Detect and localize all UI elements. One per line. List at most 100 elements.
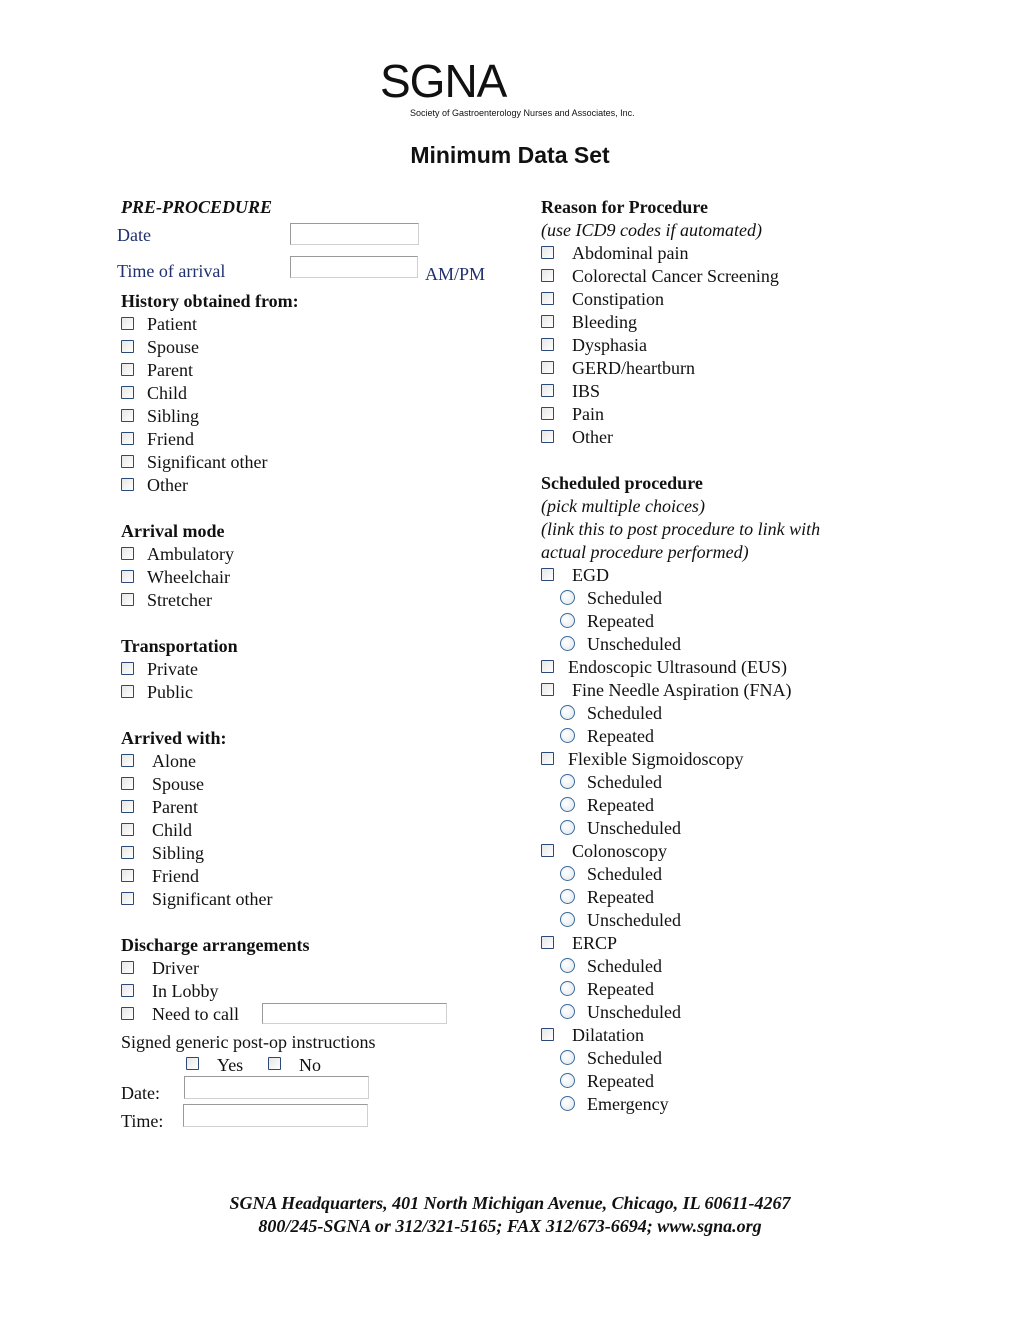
arrived-with-sibling-checkbox[interactable]: [121, 846, 134, 859]
date-label: Date: [117, 225, 151, 245]
colonoscopy-repeated-radio[interactable]: [560, 889, 575, 904]
arrived-with-sibling-label: Sibling: [152, 843, 205, 863]
colonoscopy-unscheduled-label: Unscheduled: [587, 910, 681, 930]
flexible-sigmoidoscopy-scheduled-radio[interactable]: [560, 774, 575, 789]
ercp-repeated-label: Repeated: [587, 979, 654, 999]
reason-dysphasia-checkbox[interactable]: [541, 338, 554, 351]
arrival-mode-ambulatory-checkbox[interactable]: [121, 547, 134, 560]
arrived-with-spouse-checkbox[interactable]: [121, 777, 134, 790]
procedure-colonoscopy-checkbox[interactable]: [541, 844, 554, 857]
discharge-driver-checkbox[interactable]: [121, 961, 134, 974]
reason-ibs-label: IBS: [572, 381, 601, 401]
colonoscopy-scheduled-radio[interactable]: [560, 866, 575, 881]
arrival-mode-stretcher-checkbox[interactable]: [121, 593, 134, 606]
discharge-need-to-call-checkbox[interactable]: [121, 1007, 134, 1020]
egd-repeated-radio[interactable]: [560, 613, 575, 628]
procedure-ercp-checkbox[interactable]: [541, 936, 554, 949]
flexible-sigmoidoscopy-unscheduled-radio[interactable]: [560, 820, 575, 835]
procedure-endoscopic-ultrasound-eus-checkbox[interactable]: [541, 660, 554, 673]
arrived-with-friend-label: Friend: [152, 866, 199, 886]
pre-procedure-heading: PRE-PROCEDURE: [121, 197, 273, 217]
fine-needle-aspiration-fna-repeated-radio[interactable]: [560, 728, 575, 743]
colonoscopy-unscheduled-radio[interactable]: [560, 912, 575, 927]
flexible-sigmoidoscopy-repeated-label: Repeated: [587, 795, 654, 815]
transportation-public-checkbox[interactable]: [121, 685, 134, 698]
arrived-with-alone-checkbox[interactable]: [121, 754, 134, 767]
discharge-time-label: Time:: [121, 1111, 164, 1131]
flexible-sigmoidoscopy-unscheduled-label: Unscheduled: [587, 818, 681, 838]
reason-constipation-label: Constipation: [572, 289, 665, 309]
flexible-sigmoidoscopy-scheduled-label: Scheduled: [587, 772, 662, 792]
discharge-date-field[interactable]: [184, 1076, 369, 1099]
egd-unscheduled-label: Unscheduled: [587, 634, 681, 654]
ercp-unscheduled-radio[interactable]: [560, 1004, 575, 1019]
reason-note: (use ICD9 codes if automated): [541, 220, 762, 240]
transportation-heading: Transportation: [121, 636, 238, 656]
dilatation-emergency-radio[interactable]: [560, 1096, 575, 1111]
procedure-dilatation-checkbox[interactable]: [541, 1028, 554, 1041]
fine-needle-aspiration-fna-scheduled-radio[interactable]: [560, 705, 575, 720]
reason-bleeding-checkbox[interactable]: [541, 315, 554, 328]
transportation-public-label: Public: [147, 682, 194, 702]
ercp-unscheduled-label: Unscheduled: [587, 1002, 681, 1022]
history-significant-other-checkbox[interactable]: [121, 455, 134, 468]
procedure-fine-needle-aspiration-fna-checkbox[interactable]: [541, 683, 554, 696]
history-spouse-label: Spouse: [147, 337, 200, 357]
scheduled-note-1: (pick multiple choices): [541, 496, 705, 516]
dilatation-scheduled-radio[interactable]: [560, 1050, 575, 1065]
history-parent-checkbox[interactable]: [121, 363, 134, 376]
history-significant-other-label: Significant other: [147, 452, 268, 472]
arrival-mode-wheelchair-checkbox[interactable]: [121, 570, 134, 583]
dilatation-repeated-radio[interactable]: [560, 1073, 575, 1088]
history-parent-label: Parent: [147, 360, 193, 380]
history-sibling-label: Sibling: [147, 406, 200, 426]
discharge-in-lobby-checkbox[interactable]: [121, 984, 134, 997]
history-patient-label: Patient: [147, 314, 197, 334]
reason-ibs-checkbox[interactable]: [541, 384, 554, 397]
need-to-call-field[interactable]: [262, 1003, 447, 1024]
reason-abdominal-pain-checkbox[interactable]: [541, 246, 554, 259]
arrived-with-parent-checkbox[interactable]: [121, 800, 134, 813]
procedure-flexible-sigmoidoscopy-checkbox[interactable]: [541, 752, 554, 765]
no-checkbox[interactable]: [268, 1057, 281, 1070]
flexible-sigmoidoscopy-repeated-radio[interactable]: [560, 797, 575, 812]
no-label: No: [299, 1055, 321, 1075]
dilatation-emergency-label: Emergency: [587, 1094, 669, 1114]
reason-gerd-heartburn-label: GERD/heartburn: [572, 358, 695, 378]
arrival-mode-ambulatory-label: Ambulatory: [147, 544, 234, 564]
transportation-private-label: Private: [147, 659, 198, 679]
ercp-scheduled-radio[interactable]: [560, 958, 575, 973]
arrived-with-alone-label: Alone: [152, 751, 196, 771]
procedure-ercp-label: ERCP: [572, 933, 618, 953]
date-field[interactable]: [290, 223, 419, 245]
procedure-egd-label: EGD: [572, 565, 609, 585]
history-sibling-checkbox[interactable]: [121, 409, 134, 422]
egd-scheduled-radio[interactable]: [560, 590, 575, 605]
history-spouse-checkbox[interactable]: [121, 340, 134, 353]
reason-pain-checkbox[interactable]: [541, 407, 554, 420]
colonoscopy-repeated-label: Repeated: [587, 887, 654, 907]
arrived-with-spouse-label: Spouse: [152, 774, 205, 794]
reason-heading: Reason for Procedure: [541, 197, 708, 217]
reason-gerd-heartburn-checkbox[interactable]: [541, 361, 554, 374]
procedure-egd-checkbox[interactable]: [541, 568, 554, 581]
ercp-repeated-radio[interactable]: [560, 981, 575, 996]
arrived-with-friend-checkbox[interactable]: [121, 869, 134, 882]
yes-checkbox[interactable]: [186, 1057, 199, 1070]
reason-colorectal-cancer-screening-checkbox[interactable]: [541, 269, 554, 282]
transportation-private-checkbox[interactable]: [121, 662, 134, 675]
history-other-checkbox[interactable]: [121, 478, 134, 491]
reason-other-label: Other: [572, 427, 613, 447]
history-friend-checkbox[interactable]: [121, 432, 134, 445]
discharge-time-field[interactable]: [183, 1104, 368, 1127]
arrived-with-significant-other-checkbox[interactable]: [121, 892, 134, 905]
scheduled-heading: Scheduled procedure: [541, 473, 703, 493]
reason-other-checkbox[interactable]: [541, 430, 554, 443]
history-patient-checkbox[interactable]: [121, 317, 134, 330]
time-of-arrival-field[interactable]: [290, 256, 418, 278]
arrived-with-child-checkbox[interactable]: [121, 823, 134, 836]
reason-constipation-checkbox[interactable]: [541, 292, 554, 305]
egd-unscheduled-radio[interactable]: [560, 636, 575, 651]
history-child-checkbox[interactable]: [121, 386, 134, 399]
logo-wordmark: SGNA: [380, 55, 507, 107]
